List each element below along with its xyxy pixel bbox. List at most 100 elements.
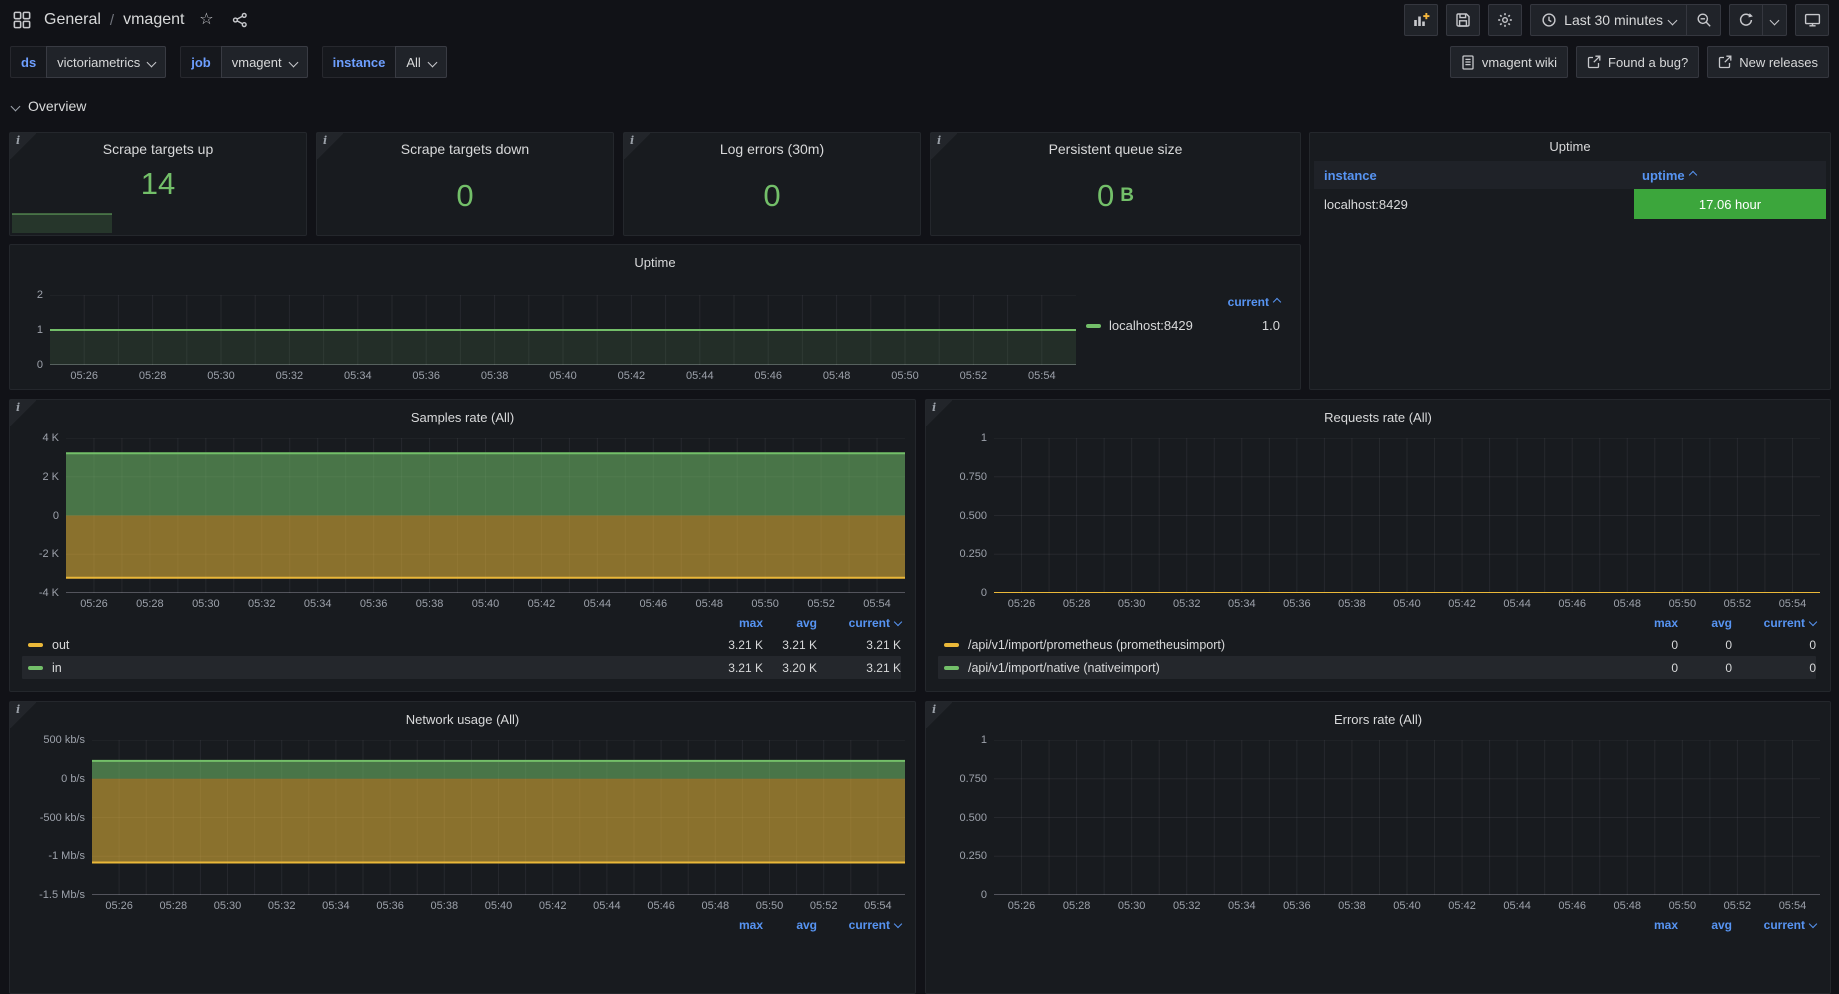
panel-title[interactable]: Samples rate (All) <box>20 404 905 430</box>
panel-info-icon[interactable]: i <box>624 133 650 159</box>
variable-ds-dropdown[interactable]: victoriametrics <box>46 46 166 78</box>
x-tick-label: 05:50 <box>751 598 779 610</box>
row-header-overview[interactable]: Overview <box>12 98 86 114</box>
refresh-interval-dropdown[interactable] <box>1763 4 1787 36</box>
panel-info-icon[interactable]: i <box>10 400 36 426</box>
panel-info-icon[interactable]: i <box>926 702 952 728</box>
y-tick-label: 0 b/s <box>61 773 85 785</box>
column-header-uptime[interactable]: uptime <box>1634 168 1826 183</box>
legend-sort-avg[interactable]: avg <box>763 616 817 630</box>
save-dashboard-button[interactable] <box>1446 4 1480 36</box>
x-axis: 05:2605:2805:3005:3205:3405:3605:3805:40… <box>50 365 1076 383</box>
breadcrumb[interactable]: General / vmagent <box>44 11 184 29</box>
dashboards-grid-icon[interactable] <box>10 8 34 32</box>
chart-area: 00.2500.5000.750105:2605:2805:3005:3205:… <box>936 740 1820 913</box>
breadcrumb-dashboard-title[interactable]: vmagent <box>123 11 184 29</box>
sort-descending-icon <box>894 618 902 626</box>
refresh-button[interactable] <box>1729 4 1763 36</box>
x-tick-label: 05:30 <box>192 598 220 610</box>
link-vmagent-wiki[interactable]: vmagent wiki <box>1450 46 1568 78</box>
x-tick-label: 05:28 <box>139 370 167 382</box>
x-tick-label: 05:26 <box>1008 900 1036 912</box>
panel-title[interactable]: Uptime <box>20 249 1290 275</box>
legend-sort-max[interactable]: max <box>699 616 763 630</box>
breadcrumb-folder[interactable]: General <box>44 11 101 29</box>
panel-title[interactable]: Uptime <box>1310 133 1830 159</box>
column-header-instance[interactable]: instance <box>1314 168 1634 183</box>
variable-instance-dropdown[interactable]: All <box>395 46 446 78</box>
y-tick-label: 500 kb/s <box>43 734 85 746</box>
share-icon[interactable] <box>228 8 252 32</box>
panel-info-icon[interactable]: i <box>317 133 343 159</box>
chevron-down-icon <box>1668 15 1678 25</box>
x-tick-label: 05:30 <box>1118 900 1146 912</box>
x-tick-label: 05:48 <box>1614 900 1642 912</box>
link-new-releases[interactable]: New releases <box>1707 46 1829 78</box>
errors-rate-panel: i Errors rate (All) 00.2500.5000.750105:… <box>925 701 1831 994</box>
x-tick-label: 05:40 <box>472 598 500 610</box>
zoom-out-button[interactable] <box>1687 4 1721 36</box>
y-tick-label: 1 <box>981 734 987 746</box>
plot-area[interactable]: 05:2605:2805:3005:3205:3405:3605:3805:40… <box>50 295 1076 383</box>
x-tick-label: 05:34 <box>304 598 332 610</box>
table-row[interactable]: localhost:8429 17.06 hour <box>1314 189 1826 219</box>
panel-info-icon[interactable]: i <box>926 400 952 426</box>
panel-title[interactable]: Log errors (30m) <box>720 141 824 157</box>
tv-kiosk-button[interactable] <box>1795 4 1829 36</box>
legend-series-row[interactable]: /api/v1/import/prometheus (prometheusimp… <box>938 633 1816 656</box>
panel-title[interactable]: Errors rate (All) <box>936 706 1820 732</box>
legend-sort-avg[interactable]: avg <box>1678 918 1732 932</box>
variable-job: job vmagent <box>180 46 307 78</box>
legend-sort-current[interactable]: current <box>1732 616 1816 630</box>
legend-series-row[interactable]: localhost:84291.0 <box>1086 318 1286 333</box>
legend-sort-avg[interactable]: avg <box>763 918 817 932</box>
panel-info-icon[interactable]: i <box>931 133 957 159</box>
plot-area[interactable]: 05:2605:2805:3005:3205:3405:3605:3805:40… <box>994 438 1820 611</box>
legend-header: maxavgcurrent <box>938 915 1816 935</box>
x-tick-label: 05:52 <box>810 900 838 912</box>
x-tick-label: 05:32 <box>268 900 296 912</box>
add-panel-button[interactable] <box>1404 4 1438 36</box>
x-tick-label: 05:48 <box>1614 598 1642 610</box>
variable-job-dropdown[interactable]: vmagent <box>221 46 308 78</box>
star-icon[interactable]: ☆ <box>194 8 218 32</box>
series-name: /api/v1/import/native (nativeimport) <box>968 661 1160 675</box>
x-tick-label: 05:54 <box>1779 900 1807 912</box>
chart-area: -1.5 Mb/s-1 Mb/s-500 kb/s0 b/s500 kb/s05… <box>20 740 905 913</box>
legend-sort-current[interactable]: current <box>1732 918 1816 932</box>
x-tick-label: 05:40 <box>485 900 513 912</box>
legend-series-row[interactable]: in3.21 K3.20 K3.21 K <box>22 656 901 679</box>
requests-rate-panel: i Requests rate (All) 00.2500.5000.75010… <box>925 399 1831 692</box>
x-tick-label: 05:36 <box>360 598 388 610</box>
legend-series-row[interactable]: /api/v1/import/native (nativeimport)000 <box>938 656 1816 679</box>
panel-title[interactable]: Scrape targets up <box>103 141 214 157</box>
link-found-a-bug[interactable]: Found a bug? <box>1576 46 1699 78</box>
legend-sort-current[interactable]: current <box>1086 295 1286 309</box>
chart-area: 01205:2605:2805:3005:3205:3405:3605:3805… <box>20 275 1290 383</box>
plot-area[interactable]: 05:2605:2805:3005:3205:3405:3605:3805:40… <box>994 740 1820 913</box>
legend-sort-max[interactable]: max <box>1614 918 1678 932</box>
panel-title[interactable]: Scrape targets down <box>401 141 529 157</box>
time-range-picker[interactable]: Last 30 minutes <box>1530 4 1687 36</box>
panel-info-icon[interactable]: i <box>10 702 36 728</box>
plot-area[interactable]: 05:2605:2805:3005:3205:3405:3605:3805:40… <box>92 740 905 913</box>
x-tick-label: 05:52 <box>807 598 835 610</box>
panel-title[interactable]: Requests rate (All) <box>936 404 1820 430</box>
legend-series-row[interactable]: out3.21 K3.21 K3.21 K <box>22 633 901 656</box>
legend-sort-avg[interactable]: avg <box>1678 616 1732 630</box>
stat-panel-persistent-queue-size: i Persistent queue size 0B <box>930 132 1301 236</box>
legend-sort-current[interactable]: current <box>817 918 901 932</box>
chevron-down-icon <box>427 57 437 67</box>
series-name: localhost:8429 <box>1109 318 1193 333</box>
dashboard-settings-button[interactable] <box>1488 4 1522 36</box>
legend-sort-current[interactable]: current <box>817 616 901 630</box>
panel-title[interactable]: Network usage (All) <box>20 706 905 732</box>
panel-title[interactable]: Persistent queue size <box>1049 141 1183 157</box>
plot-area[interactable]: 05:2605:2805:3005:3205:3405:3605:3805:40… <box>66 438 905 611</box>
series-stat-max: 0 <box>1614 638 1678 652</box>
series-name: /api/v1/import/prometheus (prometheusimp… <box>968 638 1225 652</box>
panel-info-icon[interactable]: i <box>10 133 36 159</box>
legend-sort-max[interactable]: max <box>1614 616 1678 630</box>
x-tick-label: 05:32 <box>276 370 304 382</box>
legend-sort-max[interactable]: max <box>699 918 763 932</box>
